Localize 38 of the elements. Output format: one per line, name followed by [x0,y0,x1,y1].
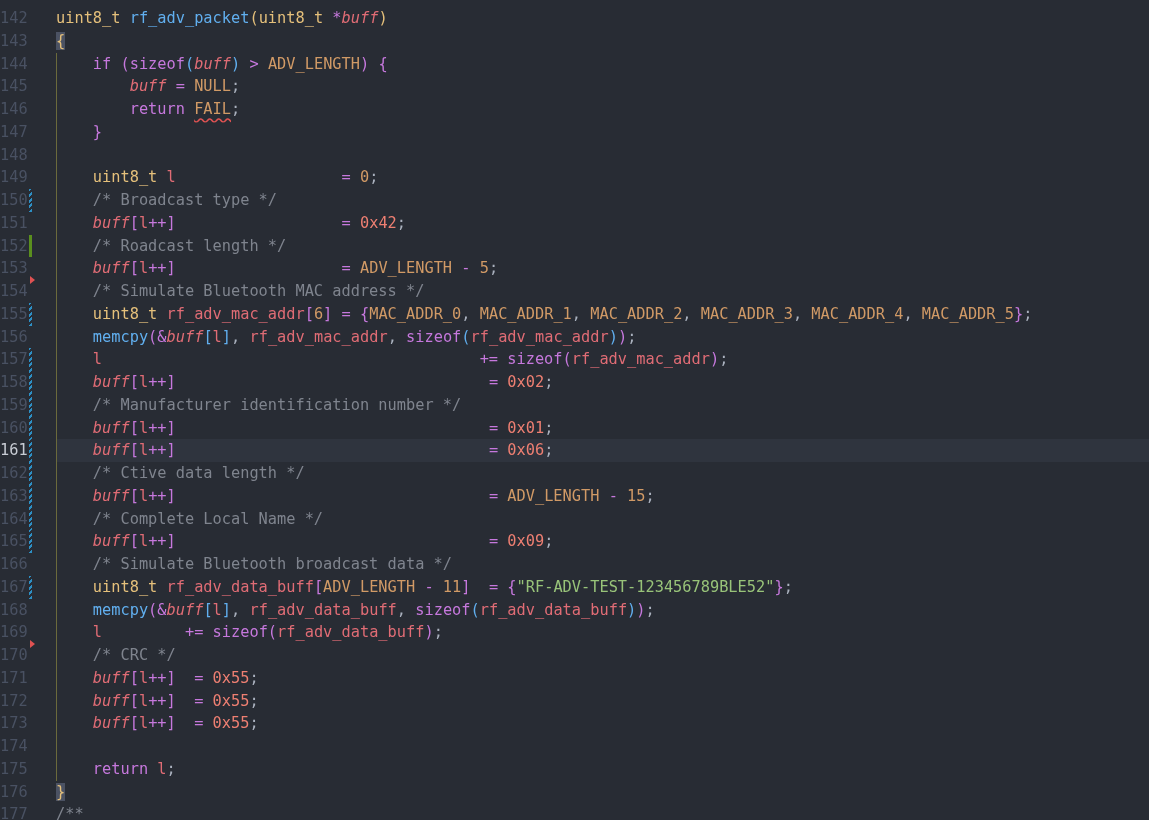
code-line: /* Simulate Bluetooth broadcast data */ [56,553,1149,576]
code-line: l += sizeof(rf_adv_data_buff); [56,621,1149,644]
code-line: buff[l++] = 0x01; [56,416,1149,440]
code-line: buff[l++] = 0x55; [56,666,1149,690]
code-line: if (sizeof(buff) > ADV_LENGTH) { [56,52,1149,76]
code-line: /* Manufacturer identification number */ [56,393,1149,417]
code-line: uint8_t l = 0; [56,166,1149,189]
code-line: uint8_t rf_adv_data_buff[ADV_LENGTH - 11] = {"RF-ADV-TEST-123456789BLE52"}; [56,575,1149,599]
code-line: return l; [56,757,1149,781]
modified-line-marker [29,189,32,212]
code-line: memcpy(&buff[l], rf_adv_mac_addr, sizeof(rf_adv_mac_addr)); [56,325,1149,349]
code-line: buff[l++] = ADV_LENGTH - 15; [56,484,1149,508]
code-line: /* CRC */ [56,644,1149,667]
code-line: return FAIL; [56,98,1149,121]
code-line: /* Complete Local Name */ [56,507,1149,531]
code-line: buff[l++] = ADV_LENGTH - 5; [56,257,1149,280]
deleted-line-marker [30,640,35,648]
code-line: uint8_t rf_adv_mac_addr[6] = {MAC_ADDR_0, MAC_ADDR_1, MAC_ADDR_2, MAC_ADDR_3, MAC_ADDR_4, MAC_ADDR_5}; [56,302,1149,326]
code-line: } [56,120,1149,144]
added-line-marker [29,234,32,258]
code-line: /* Roadcast length */ [56,234,1149,258]
code-line: buff = NULL; [56,75,1149,98]
line-number: 161 [0,440,27,462]
code-line: buff[l++] = 0x02; [56,371,1149,394]
modified-line-marker [29,575,32,599]
code-line: buff[l++] = 0x42; [56,211,1149,235]
code-line: uint8_t rf_adv_packet(uint8_t *buff) [56,8,389,29]
code-line: memcpy(&buff[l], rf_adv_data_buff, sizeof(rf_adv_data_buff)); [56,598,1149,622]
modified-line-marker [29,302,32,326]
code-line: l += sizeof(rf_adv_mac_addr); [56,348,1149,371]
code-line: buff[l++] = 0x55; [56,689,1149,713]
code-line: /** [56,804,85,820]
deleted-line-marker [30,276,35,284]
code-line: buff[l++] = 0x09; [56,530,1149,553]
code-line: /* Ctive data length */ [56,462,1149,485]
code-line: buff[l++] = 0x55; [56,712,1149,735]
code-line: /* Simulate Bluetooth MAC address */ [56,280,1149,303]
code-line: /* Broadcast type */ [56,189,1149,212]
